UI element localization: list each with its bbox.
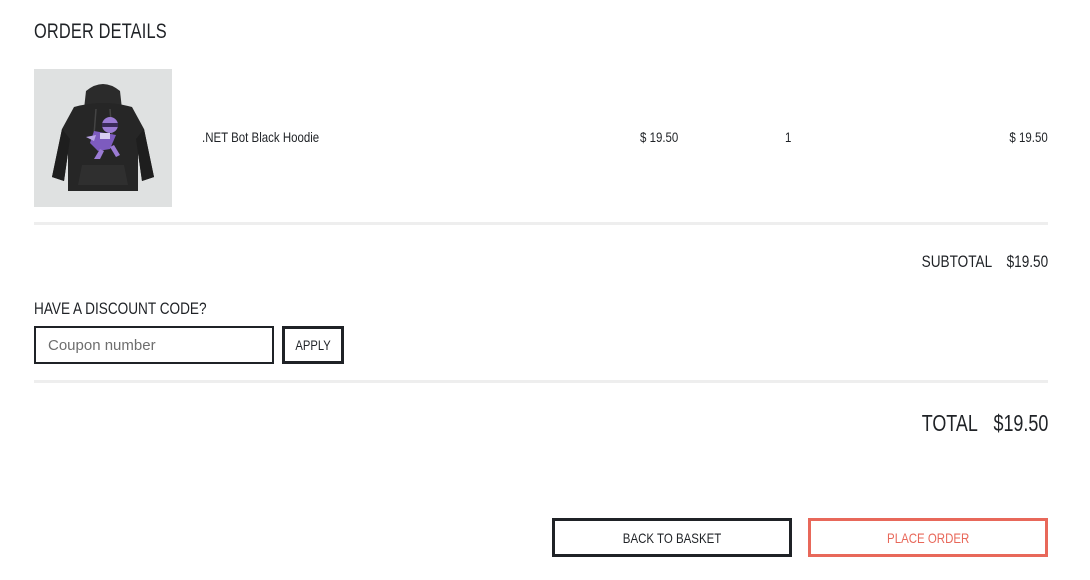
back-to-basket-button[interactable]: BACK TO BASKET [552, 518, 792, 557]
total-value: $19.50 [993, 410, 1048, 436]
subtotal-value: $19.50 [1006, 252, 1048, 271]
divider [34, 222, 1048, 225]
coupon-input[interactable] [34, 326, 274, 364]
discount-label: HAVE A DISCOUNT CODE? [34, 299, 207, 318]
product-image [34, 69, 172, 207]
total-row: TOTAL $19.50 [921, 410, 1048, 437]
unit-price: $ 19.50 [640, 129, 679, 145]
place-order-button[interactable]: PLACE ORDER [808, 518, 1048, 557]
hoodie-image-icon [52, 84, 154, 191]
page-title: ORDER DETAILS [34, 20, 167, 43]
apply-button[interactable]: APPLY [282, 326, 344, 364]
quantity: 1 [785, 129, 792, 145]
total-label: TOTAL [921, 410, 978, 436]
subtotal-row: SUBTOTAL $19.50 [921, 252, 1048, 272]
line-total: $ 19.50 [1009, 129, 1048, 145]
back-to-basket-label: BACK TO BASKET [622, 529, 722, 546]
divider [34, 380, 1048, 383]
subtotal-label: SUBTOTAL [921, 252, 992, 271]
apply-button-label: APPLY [295, 337, 331, 353]
product-name: .NET Bot Black Hoodie [202, 129, 320, 145]
place-order-label: PLACE ORDER [886, 529, 970, 546]
